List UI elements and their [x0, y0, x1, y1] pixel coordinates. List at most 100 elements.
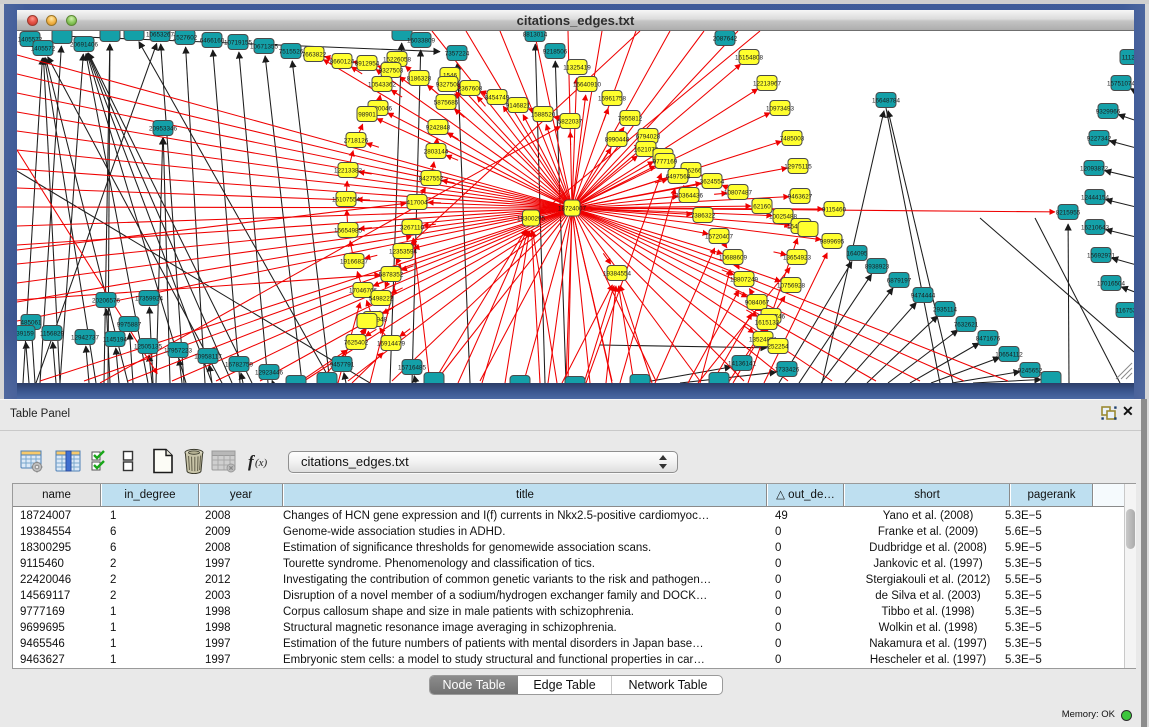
svg-text:9227342: 9227342: [1087, 135, 1112, 142]
svg-text:6497568: 6497568: [666, 173, 691, 180]
svg-text:5878352: 5878352: [379, 271, 404, 278]
svg-text:8454749: 8454749: [485, 94, 510, 101]
svg-text:417004: 417004: [406, 199, 428, 206]
svg-text:15692971: 15692971: [1087, 252, 1116, 259]
svg-text:1588520: 1588520: [531, 111, 556, 118]
svg-text:6879197: 6879197: [887, 277, 912, 284]
svg-text:9975887: 9975887: [117, 321, 142, 328]
svg-text:7663822: 7663822: [302, 51, 327, 58]
svg-text:14136141: 14136141: [728, 360, 757, 367]
svg-text:12213967: 12213967: [753, 80, 782, 87]
svg-text:10653267: 10653267: [146, 31, 175, 38]
svg-text:16654985: 16654985: [334, 227, 363, 234]
svg-text:5875685: 5875685: [434, 99, 459, 106]
svg-text:9327503: 9327503: [379, 67, 404, 74]
svg-text:7515526: 7515526: [279, 48, 304, 55]
svg-text:17016504: 17016504: [1097, 280, 1126, 287]
svg-text:15720407: 15720407: [705, 233, 734, 240]
svg-text:16107554: 16107554: [332, 196, 361, 203]
svg-text:1145194: 1145194: [103, 336, 128, 343]
svg-text:16914479: 16914479: [377, 340, 406, 347]
svg-text:8215955: 8215955: [1056, 209, 1081, 216]
svg-text:16154808: 16154808: [735, 54, 764, 61]
svg-text:9474444: 9474444: [911, 292, 936, 299]
svg-text:3267110: 3267110: [400, 224, 425, 231]
svg-text:7625402: 7625402: [344, 339, 369, 346]
svg-text:2367608: 2367608: [458, 85, 483, 92]
svg-text:(x): (x): [255, 457, 268, 469]
svg-text:20364436: 20364436: [675, 192, 704, 199]
svg-text:9115460: 9115460: [822, 206, 847, 213]
svg-text:1733426: 1733426: [775, 366, 800, 373]
svg-text:12444154: 12444154: [1081, 194, 1110, 201]
svg-text:11325419: 11325419: [563, 64, 591, 71]
svg-text:19384554: 19384554: [603, 270, 632, 277]
svg-text:18807249: 18807249: [730, 276, 759, 283]
svg-text:2718126: 2718126: [344, 137, 369, 144]
svg-text:10719155: 10719155: [224, 39, 253, 46]
svg-text:98901: 98901: [358, 111, 376, 118]
svg-text:16782759: 16782759: [225, 361, 254, 368]
svg-text:15716485: 15716485: [398, 364, 427, 371]
svg-text:8990448: 8990448: [605, 136, 630, 143]
svg-text:16640910: 16640910: [573, 81, 602, 88]
svg-text:5822037: 5822037: [558, 118, 583, 125]
svg-text:19166827: 19166827: [340, 258, 369, 265]
svg-text:9146821: 9146821: [506, 102, 531, 109]
svg-text:9463627: 9463627: [788, 193, 813, 200]
svg-text:20953346: 20953346: [149, 125, 178, 132]
svg-text:7357224: 7357224: [445, 50, 470, 57]
svg-text:9777169: 9777169: [653, 158, 678, 165]
svg-text:10671355: 10671355: [250, 43, 279, 50]
svg-text:9899695: 9899695: [820, 238, 845, 245]
svg-text:10654112: 10654112: [995, 351, 1023, 358]
svg-text:1615132: 1615132: [755, 319, 780, 326]
svg-text:10756928: 10756928: [777, 282, 806, 289]
svg-text:16210643: 16210643: [1081, 224, 1110, 231]
svg-text:6466160: 6466160: [200, 37, 225, 44]
svg-text:18724007: 18724007: [558, 205, 587, 212]
svg-text:17957223: 17957223: [164, 347, 193, 354]
svg-text:62160: 62160: [753, 203, 771, 210]
svg-text:8938923: 8938923: [865, 263, 890, 270]
svg-text:252254: 252254: [767, 343, 789, 350]
svg-text:20691406: 20691406: [70, 41, 99, 48]
svg-text:13654923: 13654923: [783, 254, 812, 261]
svg-text:7485003: 7485003: [780, 135, 805, 142]
svg-text:9218506: 9218506: [543, 48, 568, 55]
svg-text:2803144: 2803144: [424, 148, 449, 155]
svg-text:12975115: 12975115: [784, 163, 812, 170]
svg-text:10688609: 10688609: [719, 254, 748, 261]
svg-text:5498222: 5498222: [369, 295, 394, 302]
svg-text:12353594: 12353594: [389, 248, 418, 255]
svg-text:10807487: 10807487: [724, 189, 753, 196]
svg-text:10973493: 10973493: [766, 105, 795, 112]
svg-text:2935114: 2935114: [933, 306, 958, 313]
svg-text:2087642: 2087642: [713, 35, 738, 42]
svg-text:12505135: 12505135: [134, 343, 163, 350]
svg-text:7632621: 7632621: [954, 321, 979, 328]
svg-text:9457791: 9457791: [330, 361, 355, 368]
svg-text:12213382: 12213382: [334, 167, 363, 174]
svg-text:20206576: 20206576: [92, 297, 121, 304]
svg-text:8912954: 8912954: [355, 60, 380, 67]
svg-text:16961758: 16961758: [598, 95, 627, 102]
svg-text:6794028: 6794028: [636, 133, 661, 140]
svg-text:3624554: 3624554: [700, 178, 725, 185]
svg-text:12942737: 12942737: [71, 334, 100, 341]
svg-text:16648784: 16648784: [872, 97, 901, 104]
svg-text:8427552: 8427552: [419, 175, 444, 182]
svg-text:10958117: 10958117: [194, 353, 222, 360]
svg-text:7955812: 7955812: [618, 115, 643, 122]
svg-text:17359924: 17359924: [135, 295, 164, 302]
svg-text:8660124: 8660124: [330, 58, 355, 65]
svg-text:39159: 39159: [17, 330, 34, 337]
svg-text:10543362: 10543362: [368, 81, 397, 88]
svg-text:9084067: 9084067: [745, 299, 770, 306]
svg-text:1156829: 1156829: [40, 330, 65, 337]
svg-text:8813014: 8813014: [523, 31, 548, 38]
svg-text:1527602: 1527602: [173, 34, 198, 41]
svg-text:11123: 11123: [1122, 54, 1134, 61]
svg-text:116753: 116753: [1116, 307, 1134, 314]
svg-text:9245652: 9245652: [1018, 367, 1043, 374]
